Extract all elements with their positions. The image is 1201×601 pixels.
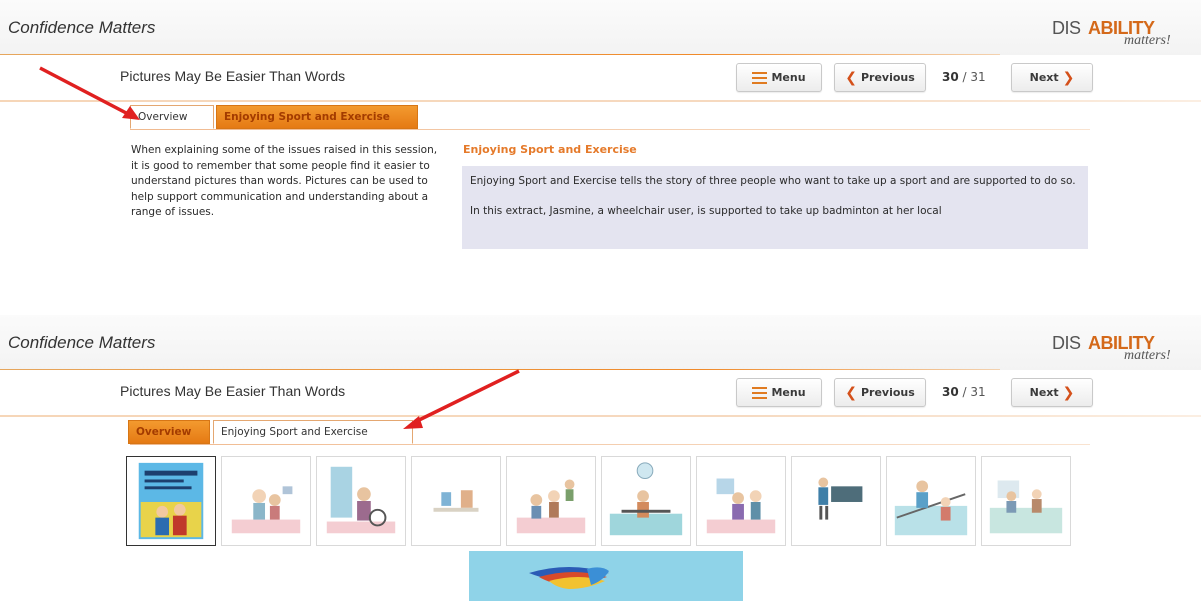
tab-strip-divider — [130, 129, 1090, 130]
page-current: 30 — [942, 70, 959, 84]
subbar-divider — [0, 415, 1201, 417]
illustration-thumbnail[interactable] — [886, 456, 976, 546]
screenshot-panel-overview: Confidence Matters DIS ABILITY matters! … — [0, 0, 1201, 278]
page-counter: 30 / 31 — [942, 385, 986, 399]
logo-text-dis: DIS — [1052, 18, 1081, 38]
navigation-bar: Pictures May Be Easier Than Words Menu ❮… — [0, 55, 1201, 102]
red-arrow-annotation — [403, 369, 520, 429]
disability-matters-logo: DIS ABILITY matters! — [1052, 333, 1171, 373]
thumbnail-gallery — [126, 456, 1076, 546]
page-counter: 30 / 31 — [942, 70, 986, 84]
chevron-right-icon: ❯ — [1062, 384, 1075, 401]
logo-text-dis: DIS — [1052, 333, 1081, 353]
chevron-left-icon: ❮ — [845, 384, 857, 401]
illustration-image — [989, 480, 1063, 534]
menu-button[interactable]: Menu — [736, 63, 822, 92]
page-total: 31 — [970, 385, 986, 399]
page-total: 31 — [970, 70, 986, 84]
previous-button[interactable]: ❮ Previous — [834, 378, 926, 407]
previous-button-label: Previous — [860, 386, 915, 399]
next-button[interactable]: Next ❯ — [1011, 378, 1093, 407]
page-separator: / — [962, 70, 967, 84]
book-cover-image — [138, 462, 204, 540]
page-title: Pictures May Be Easier Than Words — [120, 68, 346, 84]
page-title: Pictures May Be Easier Than Words — [120, 383, 346, 399]
overview-description: When explaining some of the issues raise… — [131, 144, 438, 218]
tab-strip-divider — [130, 444, 1090, 445]
book-cover-thumbnail[interactable] — [126, 456, 216, 546]
illustration-image — [326, 466, 396, 534]
previous-button[interactable]: ❮ Previous — [834, 63, 926, 92]
menu-button-label: Menu — [771, 386, 806, 399]
illustration-thumbnail[interactable] — [506, 456, 596, 546]
content-box: Enjoying Sport and Exercise tells the st… — [462, 166, 1088, 249]
menu-button-label: Menu — [771, 71, 806, 84]
header-bar: Confidence Matters DIS ABILITY matters! — [0, 315, 1201, 370]
content-paragraph: In this extract, Jasmine, a wheelchair u… — [470, 205, 942, 217]
sport-banner-image — [469, 551, 743, 601]
disability-matters-logo: DIS ABILITY matters! — [1052, 18, 1171, 58]
red-arrow-annotation — [39, 66, 140, 120]
illustration-thumbnail[interactable] — [696, 456, 786, 546]
next-button[interactable]: Next ❯ — [1011, 63, 1093, 92]
next-button-label: Next — [1029, 386, 1059, 399]
illustration-thumbnail[interactable] — [316, 456, 406, 546]
logo-text-matters: matters! — [1124, 33, 1171, 48]
app-title: Confidence Matters — [8, 333, 156, 352]
illustration-thumbnail[interactable] — [981, 456, 1071, 546]
illustration-thumbnail[interactable] — [221, 456, 311, 546]
menu-button[interactable]: Menu — [736, 378, 822, 407]
illustration-image — [516, 479, 586, 534]
menu-list-icon — [752, 386, 768, 399]
illustration-thumbnail[interactable] — [791, 456, 881, 546]
illustration-image — [894, 480, 968, 536]
tab-overview[interactable]: Overview — [128, 420, 210, 444]
illustration-thumbnail[interactable] — [411, 456, 501, 546]
previous-button-label: Previous — [860, 71, 915, 84]
illustration-image — [818, 477, 863, 520]
navigation-bar: Pictures May Be Easier Than Words Menu ❮… — [0, 370, 1201, 417]
tab-enjoying-sport-and-exercise[interactable]: Enjoying Sport and Exercise — [216, 105, 418, 129]
logo-text-matters: matters! — [1124, 348, 1171, 363]
next-button-label: Next — [1029, 71, 1059, 84]
illustration-image — [706, 478, 776, 534]
section-heading: Enjoying Sport and Exercise — [463, 143, 637, 156]
menu-list-icon — [752, 71, 768, 84]
tab-enjoying-sport-and-exercise[interactable]: Enjoying Sport and Exercise — [213, 420, 413, 444]
illustration-image — [231, 486, 301, 534]
app-title: Confidence Matters — [8, 18, 156, 37]
chevron-right-icon: ❯ — [1062, 69, 1075, 86]
screenshot-panel-gallery: Confidence Matters DIS ABILITY matters! … — [0, 315, 1201, 601]
header-bar: Confidence Matters DIS ABILITY matters! — [0, 0, 1201, 55]
illustration-image — [609, 462, 683, 536]
swoosh-graphic — [529, 567, 609, 589]
subbar-divider — [0, 100, 1201, 102]
chevron-left-icon: ❮ — [845, 69, 857, 86]
illustration-thumbnail[interactable] — [601, 456, 691, 546]
page-separator: / — [962, 385, 967, 399]
page-current: 30 — [942, 385, 959, 399]
illustration-image — [433, 490, 479, 512]
content-paragraph: Enjoying Sport and Exercise tells the st… — [470, 175, 1076, 187]
